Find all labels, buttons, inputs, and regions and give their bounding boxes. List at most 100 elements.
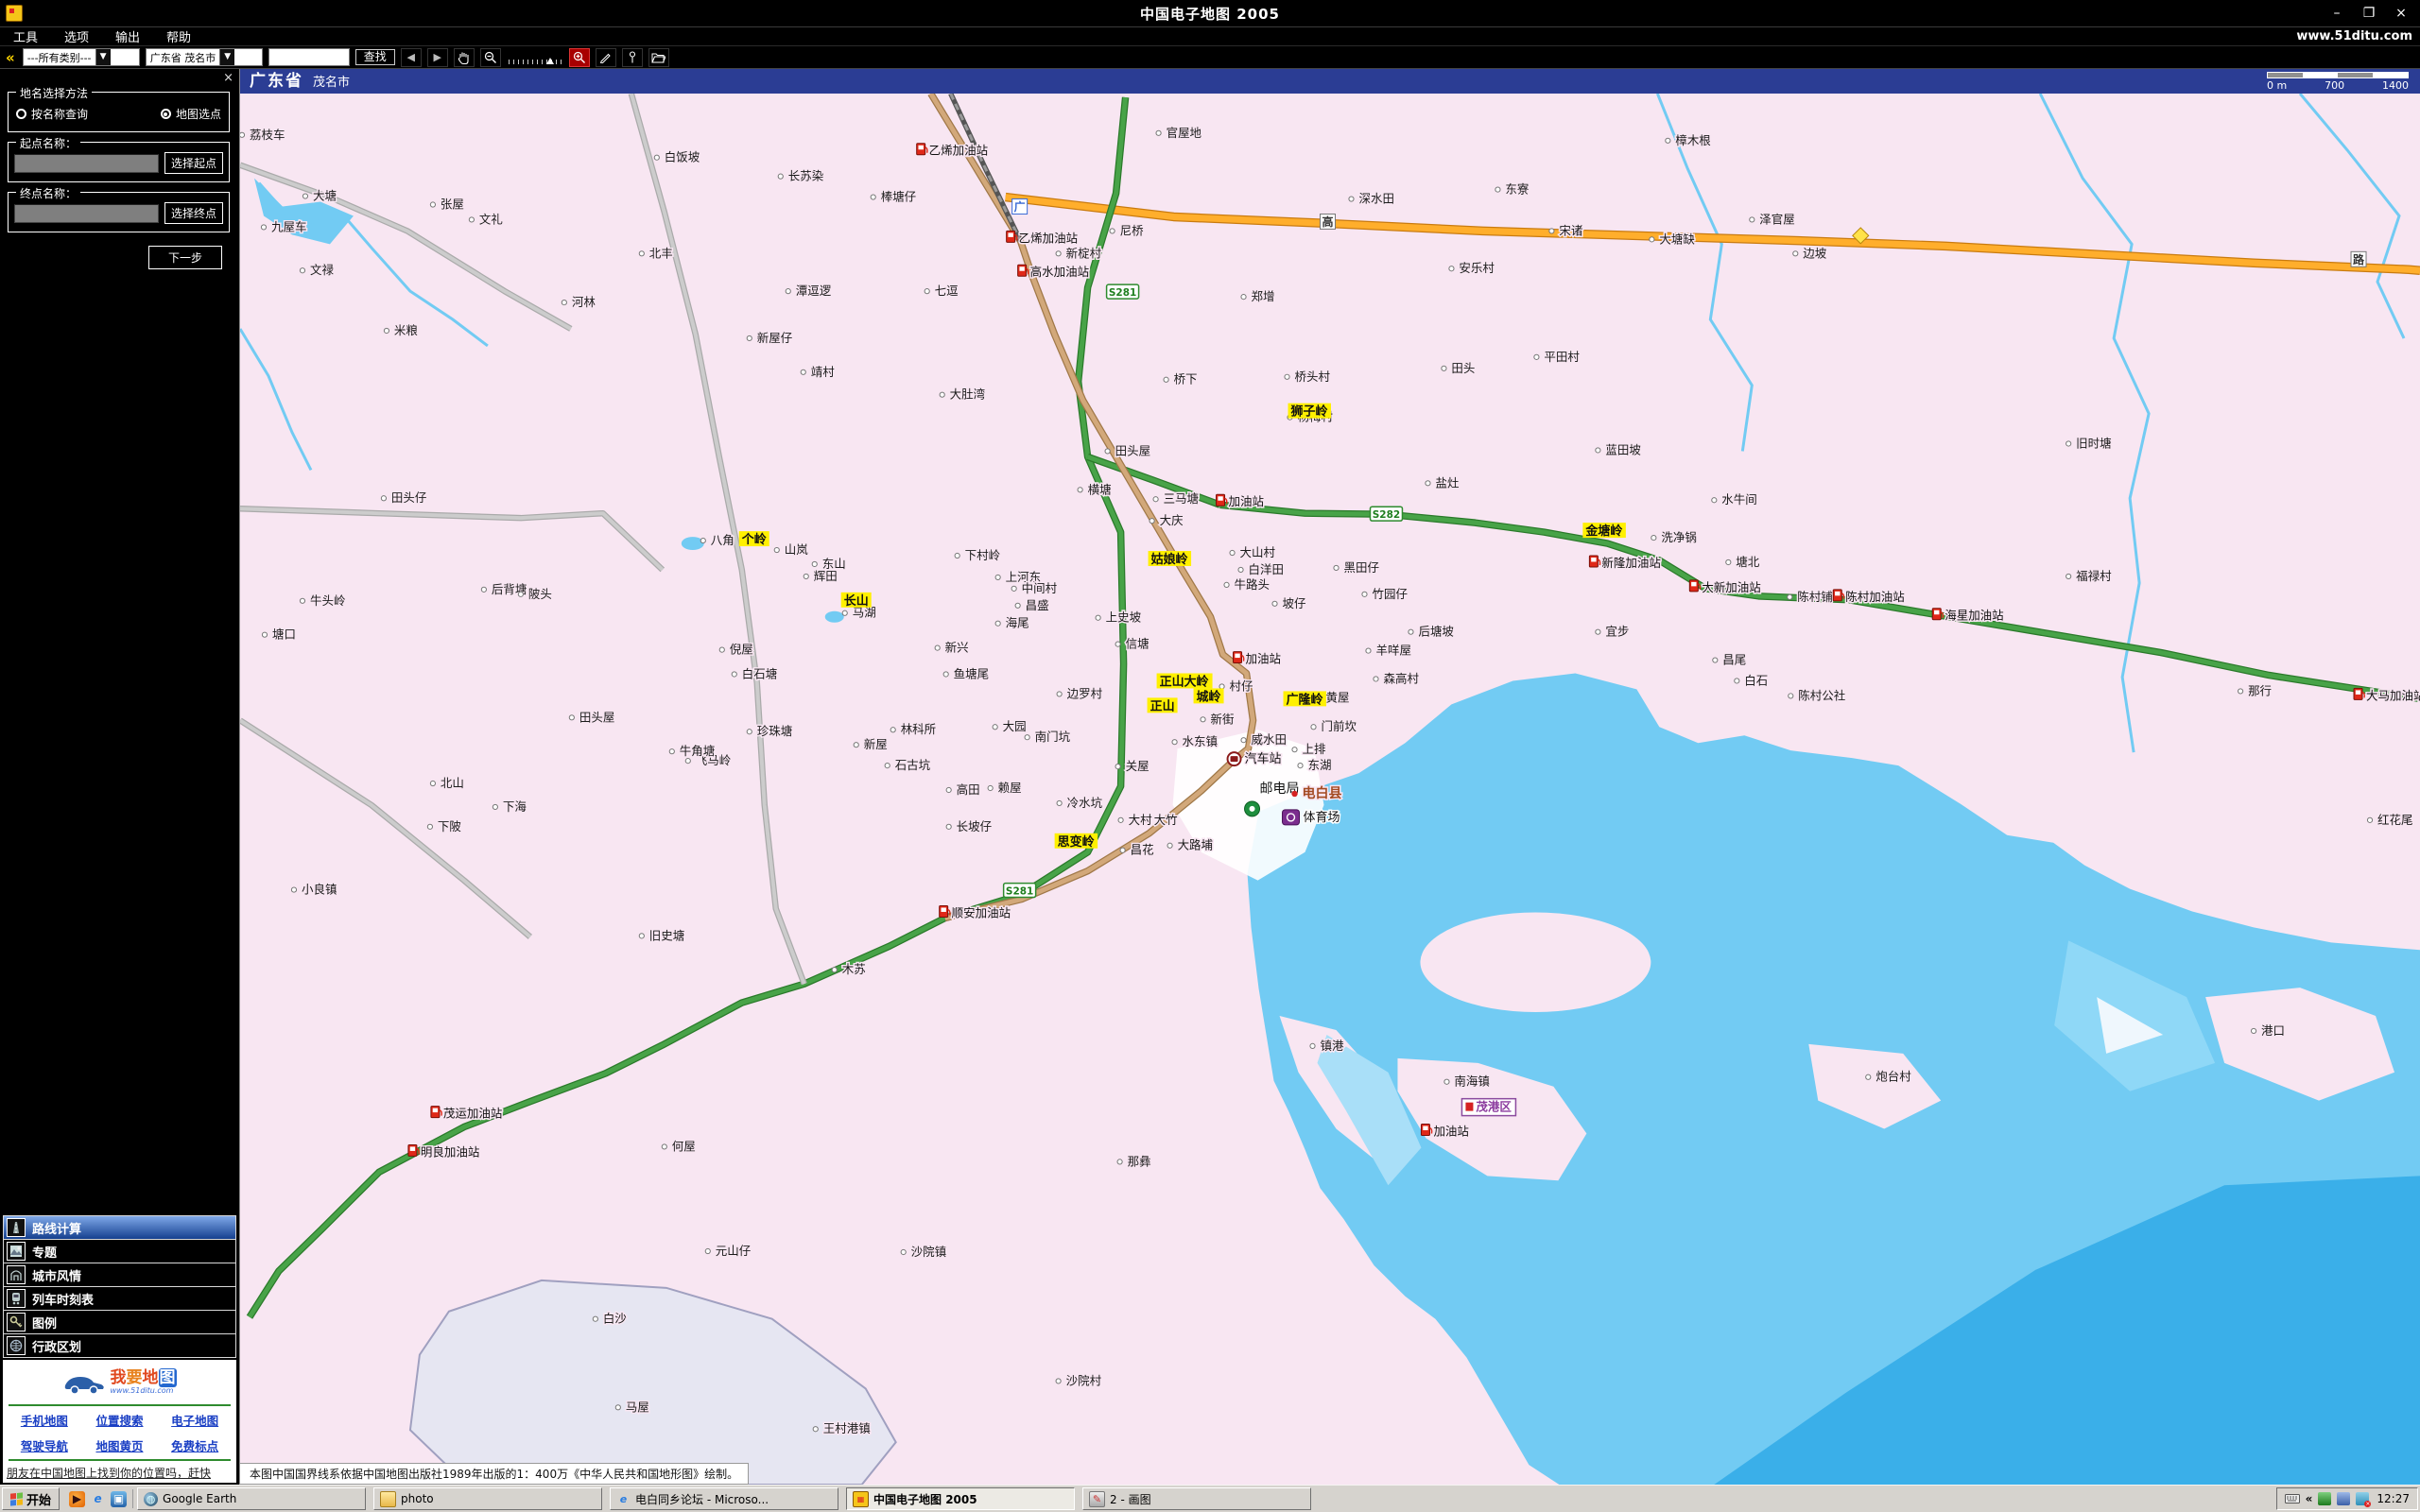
network-error-icon[interactable]: × (2356, 1492, 2369, 1505)
radio-icon[interactable] (161, 109, 171, 119)
show-desktop-icon[interactable]: ▣ (111, 1491, 127, 1507)
promo-link[interactable]: 电子地图 (171, 1411, 218, 1429)
next-step-button[interactable]: 下一步 (148, 246, 222, 269)
keyboard-icon[interactable] (2285, 1493, 2300, 1504)
sidebar-panel-topic[interactable]: 专题 (3, 1239, 236, 1263)
radio-pick-on-map[interactable]: 地图选点 (161, 106, 221, 122)
zoom-slider-handle[interactable] (546, 58, 554, 64)
choose-end-button[interactable]: 选择终点 (164, 202, 223, 224)
svg-text:张屋: 张屋 (441, 198, 464, 212)
taskbar-task-ie[interactable]: e电白同乡论坛 - Microso... (610, 1487, 838, 1510)
promo-link[interactable]: 驾驶导航 (21, 1436, 68, 1454)
svg-text:王村港镇: 王村港镇 (823, 1421, 871, 1435)
svg-text:明良加油站: 明良加油站 (421, 1144, 479, 1159)
taskbar-task-folder[interactable]: photo (373, 1487, 602, 1510)
expressway-marker: 广 (1012, 199, 1028, 215)
sidebar-close-icon[interactable]: × (223, 71, 233, 85)
zoom-slider[interactable] (507, 51, 563, 64)
promo-marquee[interactable]: 朋友在中国地图上找到你的位置吗，赶快 (3, 1462, 236, 1482)
start-button[interactable]: 开始 (2, 1487, 60, 1510)
svg-text:林科所: 林科所 (901, 722, 936, 736)
svg-text:威水田: 威水田 (1252, 732, 1287, 747)
start-point-input[interactable] (14, 154, 159, 173)
svg-text:宜步: 宜步 (1605, 625, 1629, 639)
svg-text:广隆岭: 广隆岭 (1287, 692, 1323, 707)
measure-pencil-icon[interactable] (596, 48, 616, 67)
method-group: 地名选择方法 按名称查询 地图选点 (8, 92, 230, 132)
svg-text:田头仔: 田头仔 (391, 490, 426, 505)
tray-app-icon[interactable] (2318, 1492, 2331, 1505)
sidebar-panel-train[interactable]: 列车时刻表 (3, 1286, 236, 1311)
svg-text:狮子岭: 狮子岭 (1290, 404, 1328, 420)
taskbar-task-map[interactable]: ▦中国电子地图 2005 (846, 1487, 1075, 1510)
sidebar-panel-city[interactable]: 城市风情 (3, 1263, 236, 1287)
minimize-button[interactable]: – (2327, 6, 2346, 21)
search-input[interactable] (268, 48, 350, 66)
svg-text:盐灶: 盐灶 (1435, 475, 1459, 490)
svg-text:正山: 正山 (1150, 698, 1175, 713)
promo-link[interactable]: 位置搜索 (95, 1411, 143, 1429)
svg-text:镇港: 镇港 (1321, 1039, 1345, 1053)
menu-output[interactable]: 输出 (102, 27, 153, 45)
svg-text:深水田: 深水田 (1358, 192, 1393, 206)
svg-text:元山仔: 元山仔 (716, 1244, 751, 1258)
radio-icon[interactable] (16, 109, 26, 119)
find-button[interactable]: 查找 (355, 49, 395, 65)
taskbar-task-paint[interactable]: ✎2 - 画图 (1082, 1487, 1311, 1510)
forward-button[interactable]: ▶ (427, 48, 448, 67)
sidebar-panel-legend[interactable]: 图例 (3, 1310, 236, 1334)
topic-icon (7, 1242, 26, 1261)
zoom-in-icon[interactable] (569, 48, 590, 67)
promo-link[interactable]: 免费标点 (171, 1436, 218, 1454)
svg-text:黄屋: 黄屋 (1326, 690, 1350, 704)
svg-text:体育场: 体育场 (1304, 810, 1340, 825)
svg-text:村仔: 村仔 (1230, 679, 1253, 693)
chevron-down-icon[interactable]: ▼ (95, 49, 111, 65)
region-select[interactable]: 广东省 茂名市 ▼ (146, 48, 263, 66)
svg-text:郑增: 郑增 (1252, 289, 1275, 303)
promo-link[interactable]: 手机地图 (21, 1411, 68, 1429)
media-player-icon[interactable]: ▶ (69, 1491, 85, 1507)
pushpin-icon[interactable] (622, 48, 643, 67)
tray-expand-icon[interactable]: « (2306, 1492, 2313, 1505)
admin-icon (7, 1336, 26, 1355)
svg-text:昌花: 昌花 (1131, 843, 1154, 857)
map-canvas[interactable]: 广高路荔枝车九屋车大塘张屋文礼文禄白饭坡长苏染棒塘仔北丰河林米粮潭逗逻七逗新屋仔… (240, 94, 2420, 1485)
svg-text:陈村加油站: 陈村加油站 (1845, 590, 1904, 604)
svg-text:大肚湾: 大肚湾 (950, 387, 985, 402)
sidebar-panel-route[interactable]: 路线计算 (3, 1215, 236, 1240)
radio-query-by-name[interactable]: 按名称查询 (16, 106, 88, 122)
sidebar-collapse-icon[interactable]: « (4, 49, 17, 66)
menu-options[interactable]: 选项 (51, 27, 102, 45)
app-window: 中国电子地图 2005 – ❐ × 工具 选项 输出 帮助 www.51ditu… (0, 0, 2420, 1512)
choose-start-button[interactable]: 选择起点 (164, 152, 223, 174)
back-button[interactable]: ◀ (401, 48, 422, 67)
folder-open-icon[interactable] (648, 48, 669, 67)
menu-tools[interactable]: 工具 (0, 27, 51, 45)
poi-district: 茂港区 (1461, 1099, 1515, 1116)
zoom-out-icon[interactable] (480, 48, 501, 67)
chevron-down-icon[interactable]: ▼ (219, 49, 234, 65)
menu-help[interactable]: 帮助 (153, 27, 204, 45)
sidebar-panel-admin[interactable]: 行政区划 (3, 1333, 236, 1358)
pan-hand-icon[interactable] (454, 48, 475, 67)
svg-text:南门坑: 南门坑 (1035, 730, 1070, 744)
network-icon[interactable] (2337, 1492, 2350, 1505)
svg-text:门前坎: 门前坎 (1322, 719, 1357, 733)
category-select[interactable]: ---所有类别--- ▼ (23, 48, 140, 66)
taskbar-task-globe[interactable]: ◍Google Earth (137, 1487, 366, 1510)
svg-text:加油站: 加油站 (1246, 652, 1281, 666)
restore-button[interactable]: ❐ (2360, 6, 2378, 21)
close-button[interactable]: × (2392, 6, 2411, 21)
end-point-input[interactable] (14, 204, 159, 223)
svg-text:七逗: 七逗 (935, 284, 959, 298)
svg-text:官屋地: 官屋地 (1167, 126, 1202, 140)
svg-text:泽官屋: 泽官屋 (1759, 212, 1794, 226)
svg-text:S282: S282 (1373, 509, 1400, 521)
internet-explorer-icon[interactable]: e (90, 1491, 106, 1507)
area-label: 正山大岭 (1157, 673, 1213, 689)
svg-text:新兴: 新兴 (945, 641, 969, 655)
svg-text:桥头村: 桥头村 (1295, 369, 1331, 384)
51ditu-logo[interactable]: 我要地图 www.51ditu.com (3, 1362, 236, 1403)
promo-link[interactable]: 地图黄页 (95, 1436, 143, 1454)
